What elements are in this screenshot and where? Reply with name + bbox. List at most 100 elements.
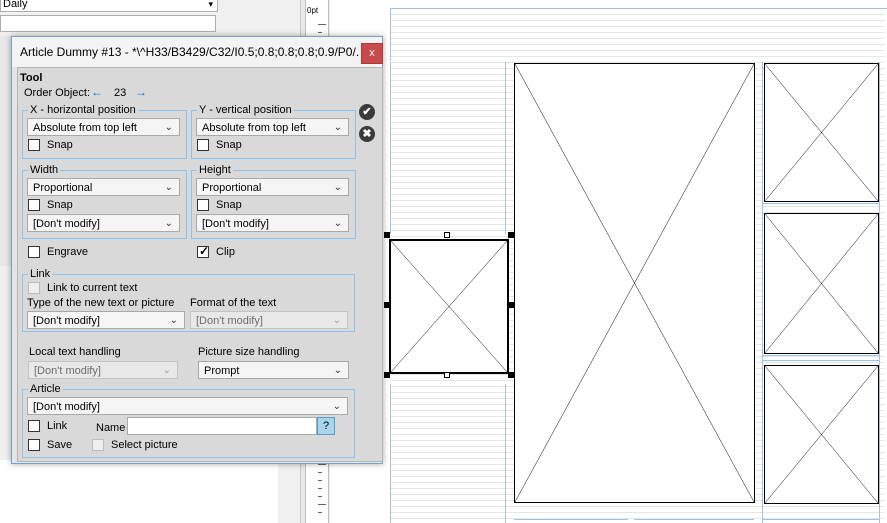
chevron-down-icon: ⌄ <box>333 182 342 193</box>
engrave-checkbox[interactable] <box>28 246 40 258</box>
height-label: Height <box>197 164 233 176</box>
article-save-checkbox[interactable] <box>28 439 40 451</box>
close-button[interactable]: x <box>361 43 383 64</box>
top-column-block <box>390 8 887 61</box>
article-name-input[interactable] <box>127 417 317 435</box>
engrave-label: Engrave <box>47 246 88 258</box>
width-label: Width <box>28 164 61 176</box>
y-position-select-value: Absolute from top left <box>202 122 306 134</box>
chevron-down-icon: ⌄ <box>333 218 342 229</box>
chevron-down-icon: ▾ <box>208 0 213 9</box>
link-current-checkbox[interactable] <box>28 282 40 294</box>
picture-frame-right-3[interactable] <box>764 365 879 504</box>
y-snap-checkbox[interactable] <box>197 139 209 151</box>
link-type-value: [Don't modify] <box>33 315 100 327</box>
ok-button[interactable]: ✔ <box>359 104 375 120</box>
height-modify-value: [Don't modify] <box>202 218 269 230</box>
article-dummy-dialog: Article Dummy #13 - *\^H33/B3429/C32/I0.… <box>11 36 383 464</box>
right-column-divider <box>762 355 880 356</box>
resize-handle[interactable] <box>384 372 390 378</box>
dialog-body: Tool Order Object: ← 23 → ✔ ✖ X - horizo… <box>17 67 383 462</box>
article-select-value: [Don't modify] <box>33 401 100 413</box>
tool-heading: Tool <box>20 72 43 84</box>
width-select[interactable]: Proportional ⌄ <box>27 178 180 196</box>
x-snap-label: Snap <box>47 139 73 151</box>
width-modify-value: [Don't modify] <box>33 218 100 230</box>
picture-frame-selected[interactable] <box>389 239 509 374</box>
resize-handle[interactable] <box>444 372 450 378</box>
link-type-select[interactable]: [Don't modify] ⌄ <box>27 311 185 329</box>
height-select[interactable]: Proportional ⌄ <box>196 178 349 196</box>
ruler-tick <box>318 504 326 505</box>
resize-handle[interactable] <box>508 232 514 238</box>
clip-checkbox[interactable]: ✓ <box>197 244 210 258</box>
width-snap-label: Snap <box>47 199 73 211</box>
background-input[interactable] <box>0 15 216 32</box>
link-current-label: Link to current text <box>47 282 138 294</box>
select-picture-checkbox[interactable] <box>92 439 104 451</box>
x-position-select[interactable]: Absolute from top left ⌄ <box>27 118 180 136</box>
left-column-lower <box>390 384 506 523</box>
width-snap-checkbox[interactable] <box>28 199 40 211</box>
dialog-titlebar[interactable]: Article Dummy #13 - *\^H33/B3429/C32/I0.… <box>12 37 383 67</box>
y-position-select[interactable]: Absolute from top left ⌄ <box>196 118 349 136</box>
picture-size-select[interactable]: Prompt ⌄ <box>198 361 349 379</box>
resize-handle[interactable] <box>508 302 514 308</box>
ruler-tick <box>318 24 326 25</box>
background-white-area <box>0 460 278 523</box>
height-modify-select[interactable]: [Don't modify] ⌄ <box>196 214 349 232</box>
chevron-down-icon: ⌄ <box>162 365 171 376</box>
resize-handle[interactable] <box>384 232 390 238</box>
resize-handle[interactable] <box>508 372 514 378</box>
placeholder-cross-icon <box>765 64 878 201</box>
placeholder-cross-icon <box>391 241 507 372</box>
height-snap-checkbox[interactable] <box>197 199 209 211</box>
frequency-select[interactable]: Daily ▾ <box>0 0 218 12</box>
chevron-down-icon: ⌄ <box>164 182 173 193</box>
ruler-tick <box>318 496 322 497</box>
local-text-value: [Don't modify] <box>34 365 101 377</box>
bottom-divider <box>514 519 628 520</box>
clip-label: Clip <box>216 246 235 258</box>
ruler-tick <box>318 32 322 33</box>
check-icon: ✓ <box>199 244 210 258</box>
picture-frame-large[interactable] <box>514 63 755 503</box>
cancel-button[interactable]: ✖ <box>359 126 375 142</box>
picture-size-value: Prompt <box>204 365 240 377</box>
order-object-label: Order Object: <box>24 87 91 99</box>
picture-frame-right-1[interactable] <box>764 63 879 202</box>
ruler-tick <box>318 488 322 489</box>
x-position-label: X - horizontal position <box>28 104 138 116</box>
article-group-label: Article <box>28 383 63 395</box>
chevron-down-icon: ⌄ <box>332 315 341 326</box>
article-save-label: Save <box>47 439 73 451</box>
x-position-select-value: Absolute from top left <box>33 122 137 134</box>
resize-handle[interactable] <box>444 232 450 238</box>
ruler-tick <box>318 512 322 513</box>
resize-handle[interactable] <box>384 302 390 308</box>
chevron-down-icon: ⌄ <box>164 122 173 133</box>
chevron-down-icon: ⌄ <box>333 365 342 376</box>
article-name-label: Name <box>96 422 126 434</box>
article-link-checkbox[interactable] <box>28 420 40 432</box>
text-format-label: Format of the text <box>190 297 277 309</box>
ruler-tick <box>318 464 326 465</box>
text-format-select[interactable]: [Don't modify] ⌄ <box>190 311 348 329</box>
picture-frame-right-2[interactable] <box>764 213 879 354</box>
picture-size-label: Picture size handling <box>198 346 300 358</box>
width-modify-select[interactable]: [Don't modify] ⌄ <box>27 214 180 232</box>
help-button[interactable]: ? <box>317 417 335 435</box>
x-snap-checkbox[interactable] <box>28 139 40 151</box>
ruler-tick <box>318 472 322 473</box>
bottom-divider <box>762 519 880 520</box>
dialog-title: Article Dummy #13 - *\^H33/B3429/C32/I0.… <box>20 45 360 59</box>
right-column-divider <box>762 360 880 361</box>
ruler-unit-label: 0pt <box>307 6 319 15</box>
layout-canvas[interactable] <box>330 0 887 523</box>
local-text-label: Local text handling <box>29 346 121 358</box>
article-select[interactable]: [Don't modify] ⌄ <box>27 397 348 415</box>
local-text-select[interactable]: [Don't modify] ⌄ <box>28 361 178 379</box>
arrow-left-icon[interactable]: ← <box>91 85 103 99</box>
link-type-label: Type of the new text or picture <box>27 297 175 309</box>
arrow-right-icon[interactable]: → <box>135 85 147 99</box>
